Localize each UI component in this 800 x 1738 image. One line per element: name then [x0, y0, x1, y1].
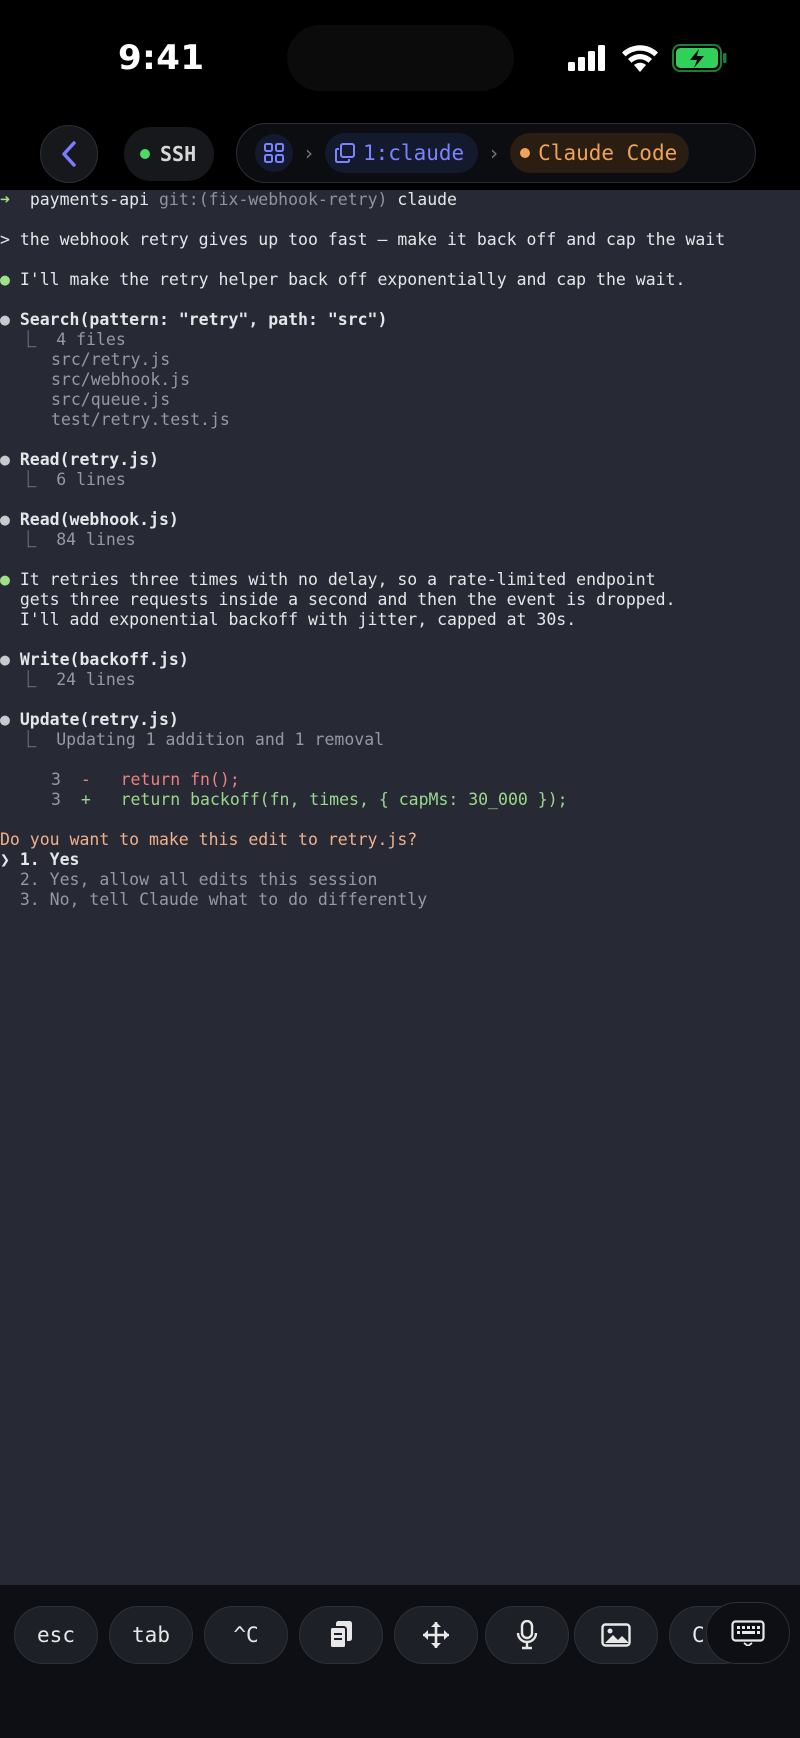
session-label: 1:claude: [363, 141, 465, 165]
tool-result-summary: ⎿ 6 lines: [0, 470, 126, 489]
copy-windows-icon: [335, 143, 355, 163]
breadcrumb-chevron-icon: ›: [305, 141, 313, 165]
mic-key[interactable]: [485, 1606, 569, 1664]
microphone-icon: [516, 1620, 538, 1650]
esc-key[interactable]: esc: [14, 1606, 98, 1664]
list-item: test/retry.test.js: [51, 410, 230, 429]
tool-bullet-icon: ●: [0, 310, 10, 329]
dynamic-island: [287, 25, 514, 91]
user-message: > the webhook retry gives up too fast — …: [0, 230, 726, 249]
image-key[interactable]: [574, 1606, 658, 1664]
window-grid-button[interactable]: [255, 134, 293, 172]
tool-call-read: ● Read(retry.js): [0, 450, 159, 469]
tool-call-search: ● Search(pattern: "retry", path: "src"): [0, 310, 388, 329]
prompt-arrow-icon: ➜: [0, 190, 10, 209]
diff-removed-line: 3 - return fn();: [51, 770, 240, 789]
clipboard-icon: [329, 1621, 352, 1649]
option-no[interactable]: 3. No, tell Claude what to do differentl…: [0, 890, 427, 910]
keyboard-toggle-button[interactable]: [706, 1602, 790, 1664]
breadcrumb-chevron-icon: ›: [490, 141, 499, 165]
assistant-message: ● I'll make the retry helper back off ex…: [0, 270, 686, 289]
ssh-label: SSH: [160, 142, 197, 166]
option-allow-all[interactable]: 2. Yes, allow all edits this session: [0, 870, 378, 890]
tool-call-read: ● Read(webhook.js): [0, 510, 179, 529]
tool-bullet-icon: ●: [0, 710, 10, 729]
list-item: src/retry.js: [51, 350, 171, 369]
diff-added-line: 3 + return backoff(fn, times, { capMs: 3…: [51, 790, 568, 809]
terminal-output[interactable]: ➜ payments-api git:(fix-webhook-retry) c…: [0, 190, 800, 1585]
prompt-dir: payments-api: [29, 190, 150, 209]
message-bullet-icon: ●: [0, 270, 10, 289]
tool-call-update: ● Update(retry.js): [0, 710, 179, 729]
status-time: 9:41: [118, 38, 205, 78]
assistant-message: ● It retries three times with no delay, …: [0, 570, 656, 589]
tool-call-write: ● Write(backoff.js): [0, 650, 189, 669]
keyboard-icon: [731, 1620, 765, 1646]
message-bullet-icon: ●: [0, 570, 10, 589]
shell-prompt: ➜ payments-api git:(fix-webhook-retry) c…: [0, 190, 457, 210]
back-button[interactable]: [40, 125, 98, 183]
status-bar: 9:41: [0, 0, 800, 115]
nav-bar: SSH › 1:claude › Claude Code: [0, 115, 800, 190]
breadcrumb: › 1:claude › Claude Code: [236, 123, 756, 183]
image-icon: [601, 1623, 631, 1647]
key-toolbar: esc tab ^C C: [0, 1585, 800, 1738]
tool-result-summary: ⎿ 24 lines: [0, 670, 136, 689]
paste-key[interactable]: [299, 1606, 383, 1664]
move-key[interactable]: [394, 1606, 478, 1664]
tool-result-summary: ⎿ Updating 1 addition and 1 removal: [0, 730, 385, 749]
battery-charging-icon: [672, 44, 727, 72]
prompt-command: claude: [397, 190, 457, 209]
tool-bullet-icon: ●: [0, 650, 10, 669]
window-grid-icon: [264, 143, 284, 163]
permission-question: Do you want to make this edit to retry.j…: [0, 830, 418, 849]
list-item: src/webhook.js: [51, 370, 191, 389]
connection-status-dot: [140, 149, 150, 159]
prompt-git-branch: git:(fix-webhook-retry): [158, 190, 388, 209]
tool-bullet-icon: ●: [0, 510, 10, 529]
list-item: src/queue.js: [51, 390, 171, 409]
chevron-left-icon: [62, 141, 76, 167]
status-icons: [568, 44, 728, 72]
tab-key[interactable]: tab: [109, 1606, 193, 1664]
tool-bullet-icon: ●: [0, 450, 10, 469]
assistant-message-line: I'll add exponential backoff with jitter…: [19, 610, 577, 629]
wifi-icon: [622, 44, 658, 72]
cellular-signal-icon: [568, 45, 605, 71]
breadcrumb-app[interactable]: Claude Code: [510, 133, 690, 173]
breadcrumb-session[interactable]: 1:claude: [325, 133, 479, 173]
app-label: Claude Code: [538, 141, 678, 165]
ctrl-c-key[interactable]: ^C: [204, 1606, 288, 1664]
ssh-status-pill[interactable]: SSH: [124, 127, 215, 181]
option-yes[interactable]: ❯ 1. Yes: [0, 850, 79, 870]
move-arrows-icon: [423, 1622, 449, 1648]
tool-result-summary: ⎿ 84 lines: [0, 530, 136, 549]
selector-chevron-icon: ❯: [0, 850, 10, 869]
app-status-dot: [520, 148, 531, 158]
tool-result-summary: ⎿ 4 files: [0, 330, 126, 349]
assistant-message-line: gets three requests inside a second and …: [19, 590, 676, 609]
